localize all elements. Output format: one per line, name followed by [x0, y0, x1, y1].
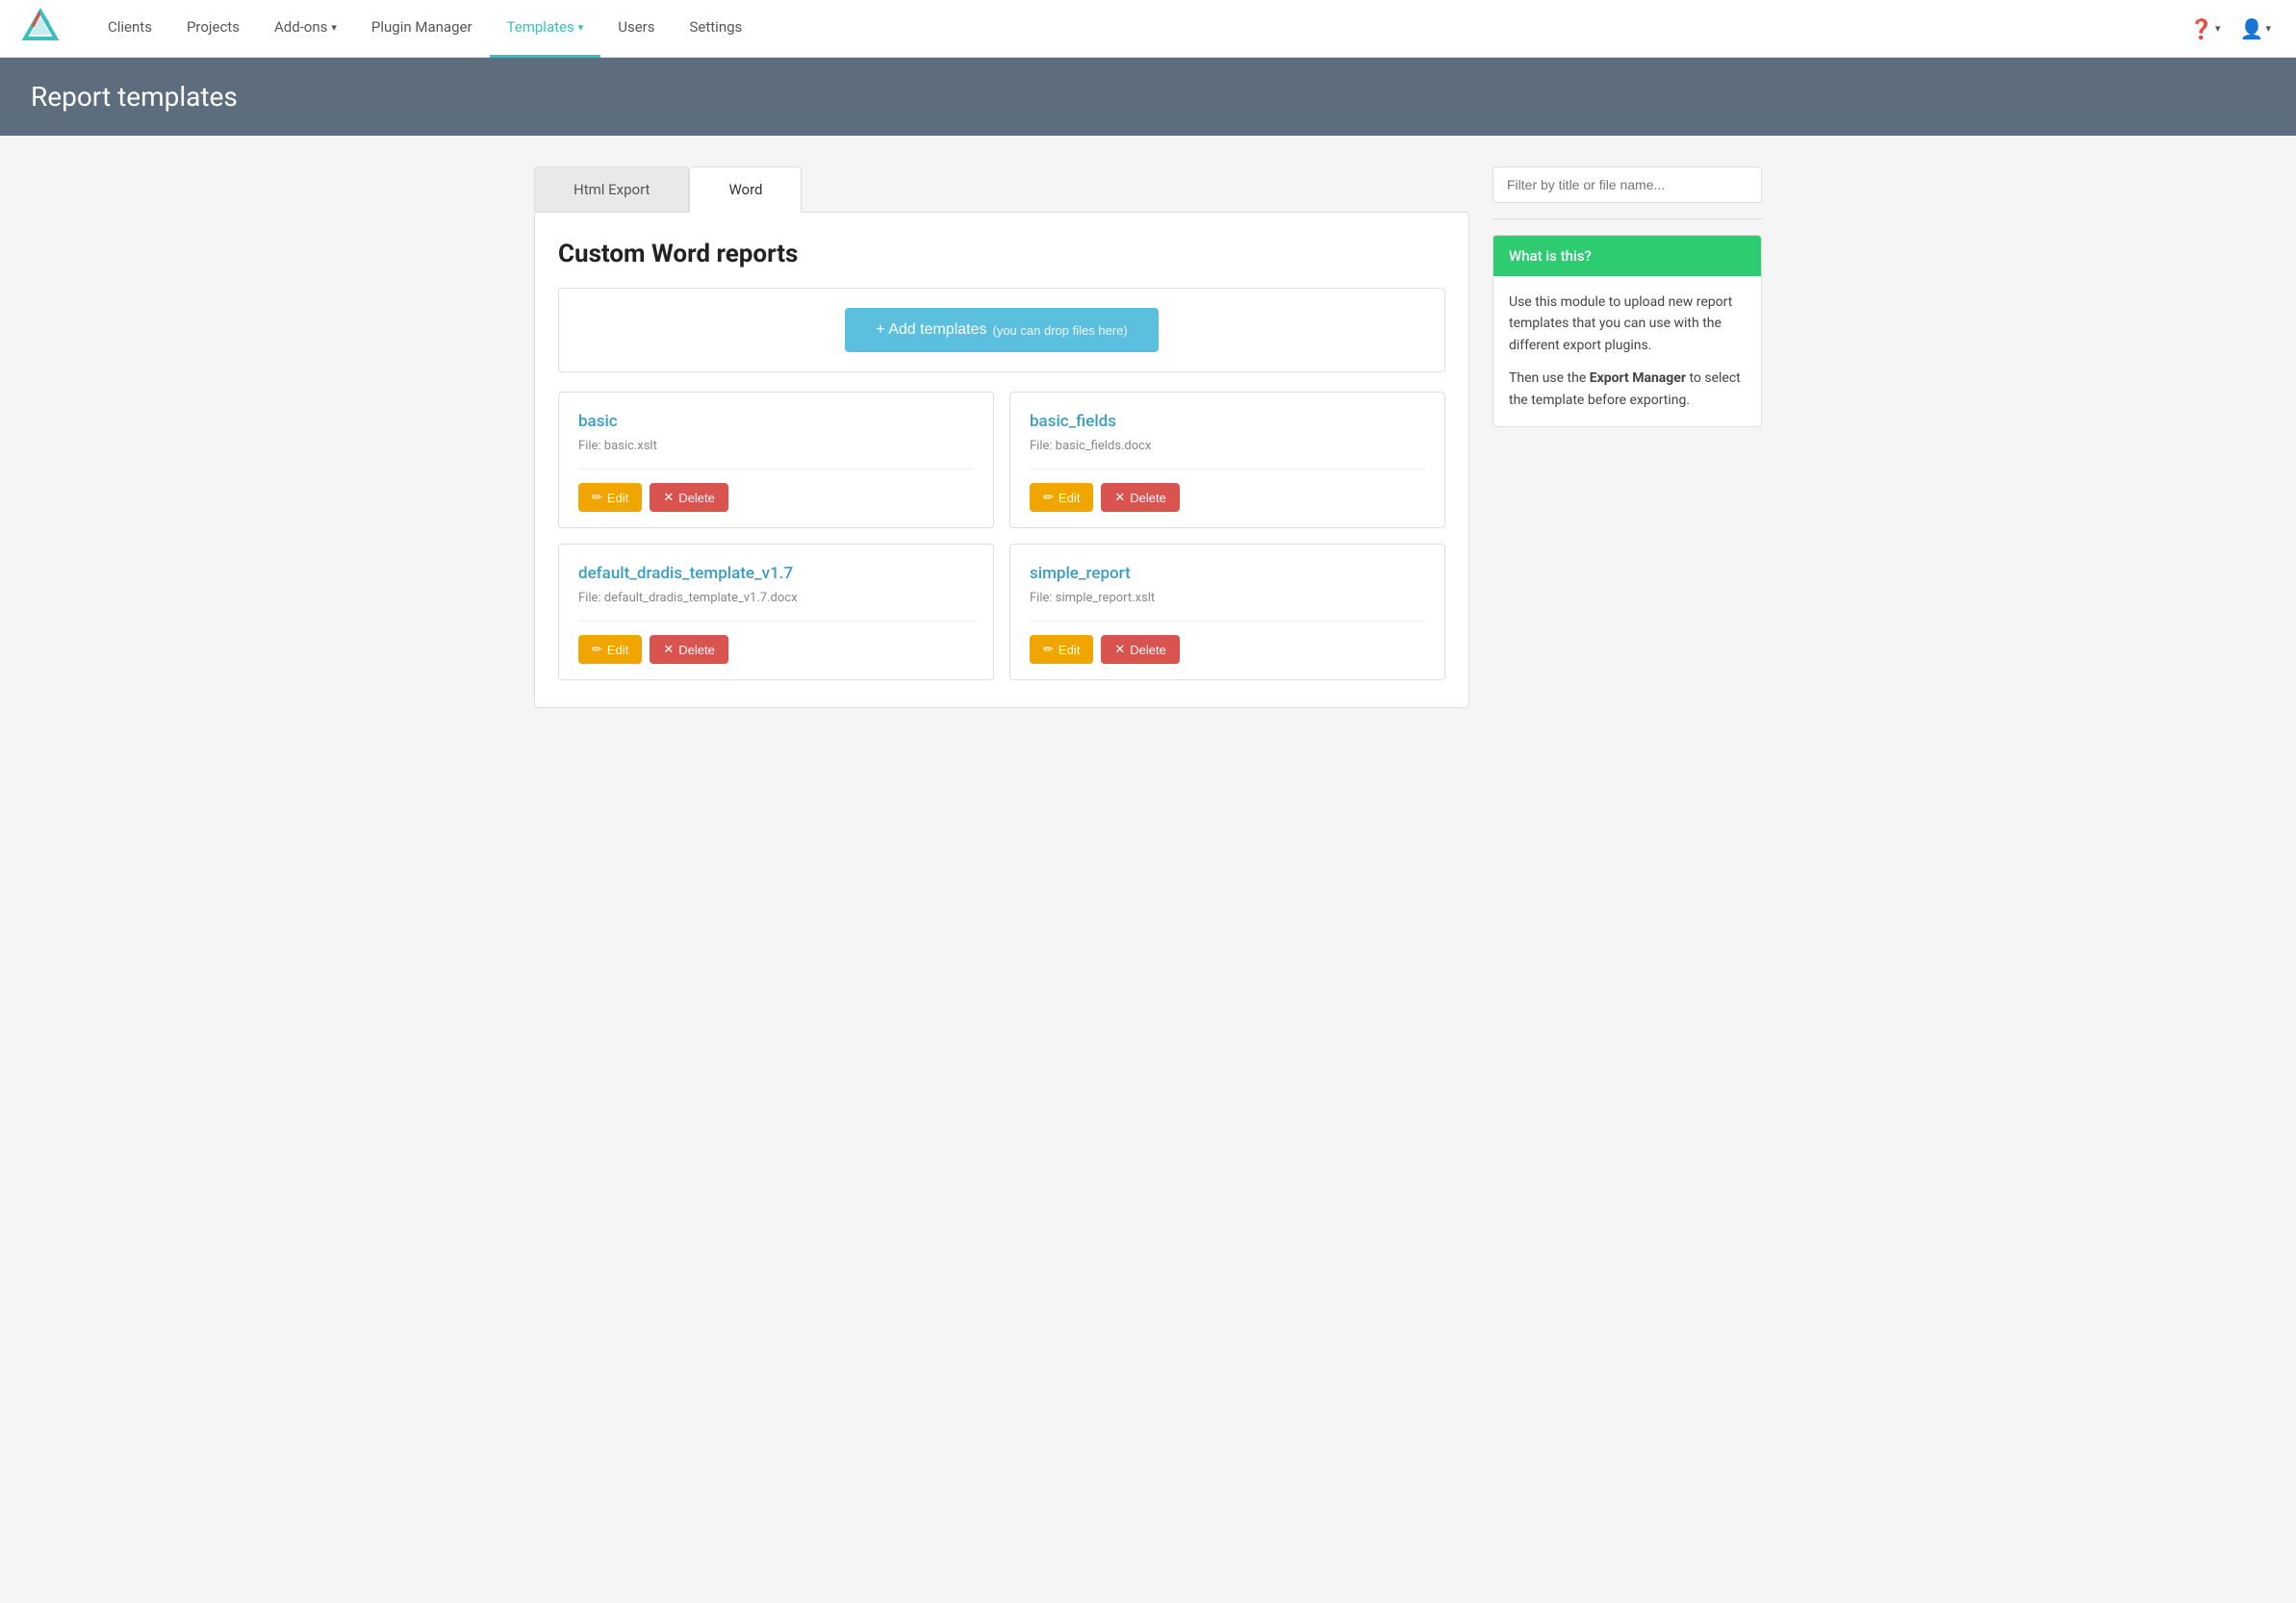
page-title: Report templates [31, 81, 2265, 113]
nav-templates[interactable]: Templates ▾ [490, 0, 601, 58]
template-card-basic-fields: basic_fields File: basic_fields.docx ✏ E… [1009, 392, 1445, 528]
template-title-simple-report[interactable]: simple_report [1030, 564, 1425, 583]
delete-button-basic[interactable]: ✕ Delete [650, 483, 727, 512]
nav-plugin-manager[interactable]: Plugin Manager [354, 0, 490, 58]
addons-caret: ▾ [331, 21, 337, 34]
info-text-2-before: Then use the [1509, 370, 1590, 386]
template-card-simple-report: simple_report File: simple_report.xslt ✏… [1009, 544, 1445, 680]
x-icon: ✕ [663, 642, 674, 657]
template-title-default-dradis[interactable]: default_dradis_template_v1.7 [578, 564, 974, 583]
tab-html-export[interactable]: Html Export [534, 166, 689, 212]
help-icon: ❓ [2189, 17, 2213, 40]
template-card-default-dradis: default_dradis_template_v1.7 File: defau… [558, 544, 994, 680]
template-file-basic: File: basic.xslt [578, 439, 974, 453]
tab-content-word: Custom Word reports + Add templates (you… [534, 212, 1469, 708]
card-divider [1030, 621, 1425, 622]
edit-button-basic-fields[interactable]: ✏ Edit [1030, 483, 1093, 512]
delete-button-default-dradis[interactable]: ✕ Delete [650, 635, 727, 664]
card-actions-simple-report: ✏ Edit ✕ Delete [1030, 635, 1425, 664]
left-panel: Html Export Word Custom Word reports + A… [534, 166, 1469, 708]
tab-word[interactable]: Word [689, 166, 802, 213]
card-actions-basic: ✏ Edit ✕ Delete [578, 483, 974, 512]
nav-settings[interactable]: Settings [673, 0, 760, 58]
nav-links: Clients Projects Add-ons ▾ Plugin Manage… [90, 0, 2183, 58]
template-title-basic-fields[interactable]: basic_fields [1030, 412, 1425, 431]
add-templates-dropzone[interactable]: + Add templates (you can drop files here… [558, 288, 1445, 372]
x-icon: ✕ [1114, 490, 1125, 505]
template-card-basic: basic File: basic.xslt ✏ Edit ✕ Delete [558, 392, 994, 528]
edit-button-basic[interactable]: ✏ Edit [578, 483, 642, 512]
logo[interactable] [19, 8, 62, 50]
pencil-icon: ✏ [1043, 642, 1054, 657]
nav-right: ❓ ▾ 👤 ▾ [2183, 13, 2277, 44]
user-caret: ▾ [2265, 22, 2271, 35]
add-templates-sublabel: (you can drop files here) [993, 323, 1128, 338]
export-manager-link[interactable]: Export Manager [1590, 370, 1686, 386]
delete-button-simple-report[interactable]: ✕ Delete [1101, 635, 1179, 664]
x-icon: ✕ [663, 490, 674, 505]
pencil-icon: ✏ [1043, 490, 1054, 505]
card-divider [578, 621, 974, 622]
edit-button-default-dradis[interactable]: ✏ Edit [578, 635, 642, 664]
nav-projects[interactable]: Projects [169, 0, 257, 58]
navbar: Clients Projects Add-ons ▾ Plugin Manage… [0, 0, 2296, 58]
x-icon: ✕ [1114, 642, 1125, 657]
nav-clients[interactable]: Clients [90, 0, 169, 58]
delete-button-basic-fields[interactable]: ✕ Delete [1101, 483, 1179, 512]
template-file-simple-report: File: simple_report.xslt [1030, 591, 1425, 605]
help-button[interactable]: ❓ ▾ [2183, 13, 2226, 44]
templates-caret: ▾ [578, 21, 584, 34]
pencil-icon: ✏ [592, 490, 602, 505]
nav-addons[interactable]: Add-ons ▾ [257, 0, 354, 58]
template-file-default-dradis: File: default_dradis_template_v1.7.docx [578, 591, 974, 605]
add-templates-button[interactable]: + Add templates (you can drop files here… [845, 308, 1158, 352]
info-box-body: Use this module to upload new report tem… [1493, 276, 1761, 426]
right-sidebar: What is this? Use this module to upload … [1492, 166, 1762, 708]
tabs: Html Export Word [534, 166, 1469, 212]
card-divider [1030, 469, 1425, 470]
sidebar-divider [1492, 218, 1762, 219]
card-divider [578, 469, 974, 470]
card-actions-default-dradis: ✏ Edit ✕ Delete [578, 635, 974, 664]
main-content: Html Export Word Custom Word reports + A… [503, 136, 1793, 739]
info-box-header: What is this? [1493, 236, 1761, 276]
filter-input[interactable] [1492, 166, 1762, 203]
templates-grid: basic File: basic.xslt ✏ Edit ✕ Delete [558, 392, 1445, 680]
template-title-basic[interactable]: basic [578, 412, 974, 431]
page-header: Report templates [0, 58, 2296, 136]
info-text-1: Use this module to upload new report tem… [1509, 292, 1746, 356]
add-templates-label: + Add templates [876, 321, 986, 339]
nav-users[interactable]: Users [600, 0, 672, 58]
user-button[interactable]: 👤 ▾ [2234, 13, 2277, 44]
edit-button-simple-report[interactable]: ✏ Edit [1030, 635, 1093, 664]
section-heading: Custom Word reports [558, 240, 1445, 268]
info-text-2: Then use the Export Manager to select th… [1509, 368, 1746, 411]
pencil-icon: ✏ [592, 642, 602, 657]
info-box: What is this? Use this module to upload … [1492, 235, 1762, 427]
template-file-basic-fields: File: basic_fields.docx [1030, 439, 1425, 453]
card-actions-basic-fields: ✏ Edit ✕ Delete [1030, 483, 1425, 512]
help-caret: ▾ [2215, 22, 2221, 35]
user-icon: 👤 [2240, 17, 2264, 40]
